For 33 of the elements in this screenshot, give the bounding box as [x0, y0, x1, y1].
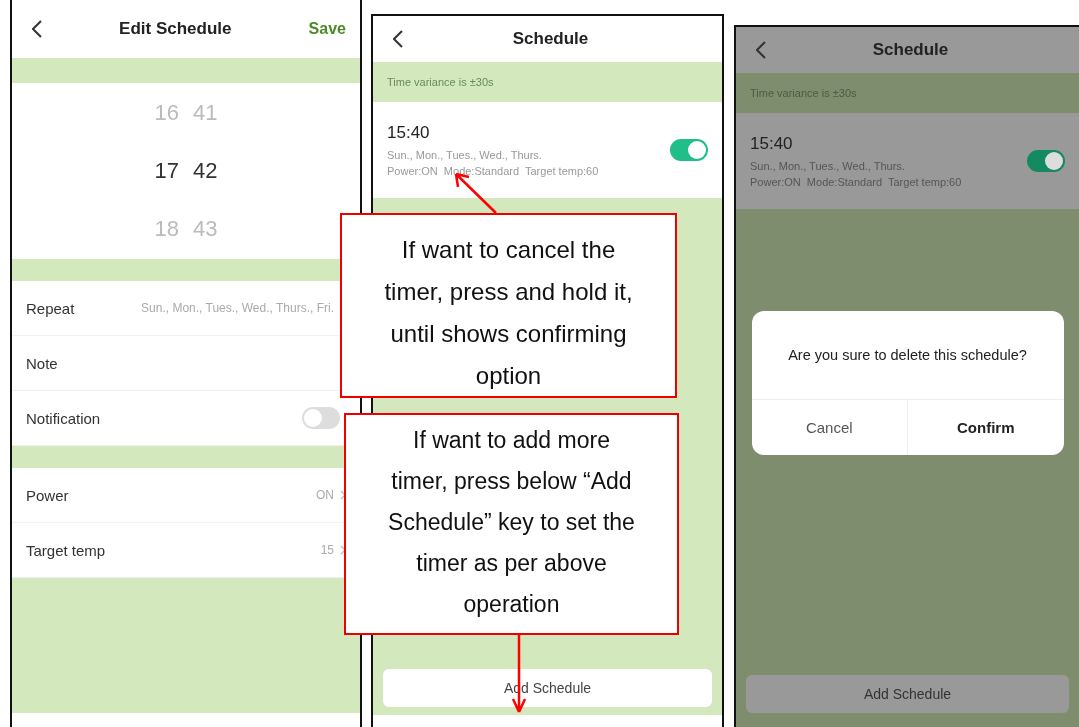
setting-label: Repeat: [26, 299, 76, 317]
schedule-days: Sun., Mon., Tues., Wed., Thurs.: [387, 149, 670, 161]
callout-note: If want to add more timer, press below “Add Schedule” key to set the timer as per above operation: [344, 413, 679, 635]
setting-label: Note: [26, 354, 59, 372]
setting-label: Power: [26, 486, 70, 504]
schedule-toggle[interactable]: [670, 139, 708, 161]
screen-title: Edit Schedule: [119, 19, 232, 39]
hour-value: 18: [154, 216, 179, 242]
schedule-days: Sun., Mon., Tues., Wed., Thurs.: [750, 160, 1027, 172]
cancel-button[interactable]: Cancel: [751, 400, 907, 455]
add-schedule-button[interactable]: Add Schedule: [746, 675, 1069, 713]
schedule-time: 15:40: [387, 123, 431, 143]
schedule-time: 15:40: [750, 134, 794, 154]
back-icon[interactable]: [32, 20, 42, 38]
dialog-message: Are you sure to delete this schedule?: [751, 311, 1064, 400]
screen-title: Schedule: [872, 40, 949, 60]
callout-note: If want to cancel the timer, press and hold it, until shows confirming option: [340, 213, 677, 398]
schedule-details: Power:ON Mode:Standard Target temp:60: [387, 165, 600, 177]
setting-label: Notification: [26, 409, 102, 427]
confirm-button[interactable]: Confirm: [907, 400, 1064, 455]
screen-title: Schedule: [512, 29, 589, 49]
back-icon[interactable]: [393, 30, 403, 48]
variance-note: Time variance is ±30s: [387, 76, 494, 88]
minute-value: 43: [193, 216, 218, 242]
notification-toggle[interactable]: [302, 407, 340, 429]
hour-value: 17: [154, 158, 179, 184]
minute-value: 41: [193, 100, 218, 126]
setting-label: Target temp: [26, 541, 107, 559]
hour-value: 16: [154, 100, 179, 126]
schedule-details: Power:ON Mode:Standard Target temp:60: [750, 176, 963, 188]
schedule-toggle[interactable]: [1027, 150, 1065, 172]
save-button[interactable]: Save: [308, 20, 346, 38]
minute-value: 42: [193, 158, 218, 184]
